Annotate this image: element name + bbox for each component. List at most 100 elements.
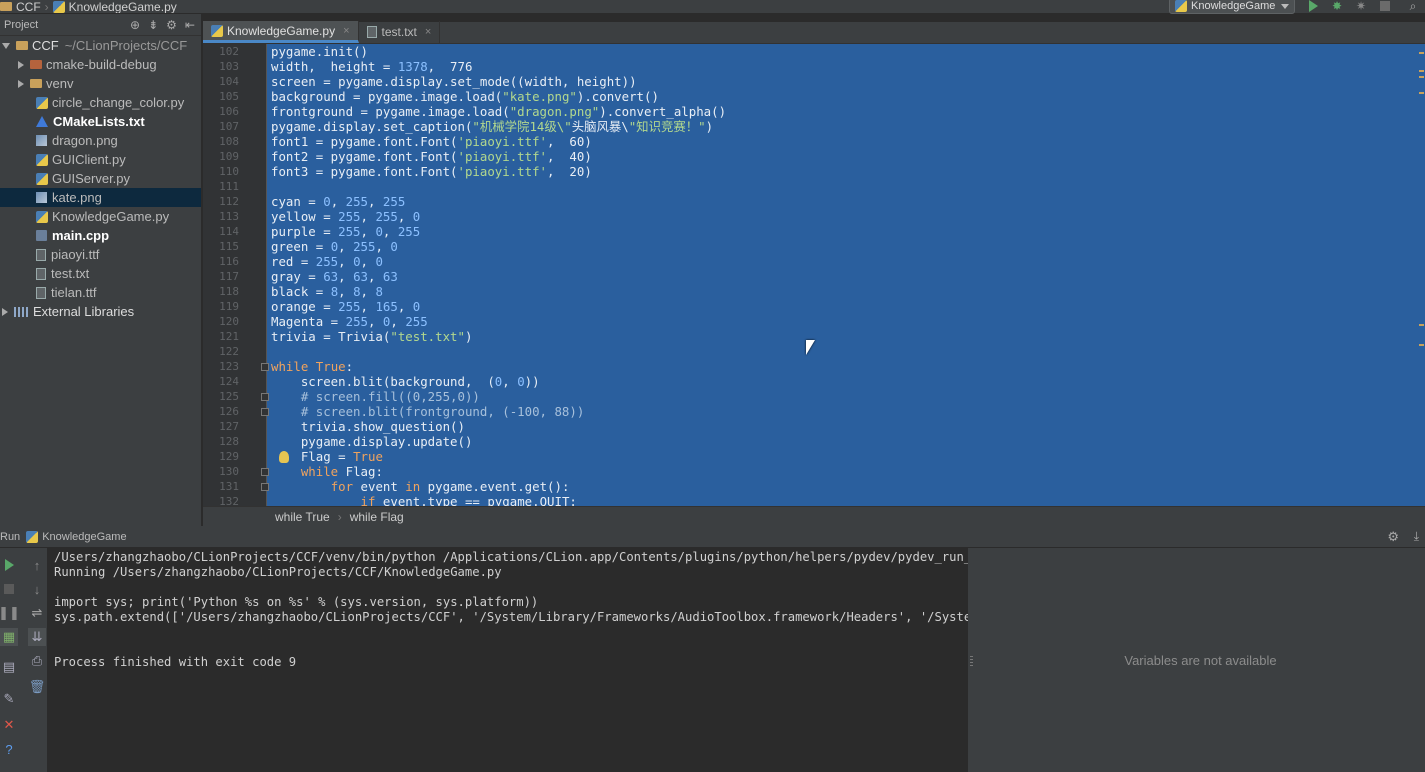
tab-knowledgegame-py[interactable]: KnowledgeGame.py × xyxy=(203,21,359,43)
editor-scrollbar[interactable] xyxy=(1419,44,1425,506)
print-icon[interactable]: ⎙ xyxy=(28,652,46,670)
line-number[interactable]: 127 xyxy=(203,419,239,434)
warning-marker[interactable] xyxy=(1419,76,1424,78)
tree-item-test-txt[interactable]: test.txt xyxy=(0,264,201,283)
code-line[interactable]: pygame.display.set_caption("机械学院14级\"头脑风… xyxy=(271,119,713,134)
collapse-icon[interactable]: ⇟ xyxy=(148,18,158,32)
code-line[interactable]: while True: xyxy=(271,359,353,374)
stop-button[interactable] xyxy=(0,580,18,598)
line-number[interactable]: 131 xyxy=(203,479,239,494)
scroll-to-end-icon[interactable]: ⇊ xyxy=(28,628,46,646)
fold-marker-icon[interactable] xyxy=(261,468,269,476)
scroll-up-icon[interactable]: ↑ xyxy=(28,556,46,574)
warning-marker[interactable] xyxy=(1419,324,1424,326)
line-number[interactable]: 110 xyxy=(203,164,239,179)
code-line[interactable]: font1 = pygame.font.Font('piaoyi.ttf', 6… xyxy=(271,134,592,149)
code-line[interactable]: green = 0, 255, 0 xyxy=(271,239,398,254)
code-line[interactable]: Magenta = 255, 0, 255 xyxy=(271,314,428,329)
tree-item-external-libraries[interactable]: External Libraries xyxy=(0,302,201,321)
code-line[interactable]: gray = 63, 63, 63 xyxy=(271,269,398,284)
code-line[interactable]: screen.blit(background, (0, 0)) xyxy=(271,374,540,389)
code-line[interactable]: trivia = Trivia("test.txt") xyxy=(271,329,472,344)
coverage-button[interactable]: ✷ xyxy=(1353,0,1369,14)
warning-marker[interactable] xyxy=(1419,52,1424,54)
code-line[interactable]: cyan = 0, 255, 255 xyxy=(271,194,405,209)
run-button[interactable] xyxy=(1305,0,1321,14)
line-number[interactable]: 132 xyxy=(203,494,239,506)
run-tab-label[interactable]: KnowledgeGame xyxy=(42,531,126,543)
tree-item-venv[interactable]: venv xyxy=(0,74,201,93)
console-view-icon[interactable]: ▦ xyxy=(0,628,18,646)
code-line[interactable]: red = 255, 0, 0 xyxy=(271,254,383,269)
trash-icon[interactable]: 🗑 xyxy=(28,678,46,696)
tree-item-cmakelists[interactable]: CMakeLists.txt xyxy=(0,112,201,131)
warning-marker[interactable] xyxy=(1419,344,1424,346)
code-line[interactable]: black = 8, 8, 8 xyxy=(271,284,383,299)
code-line[interactable]: background = pygame.image.load("kate.png… xyxy=(271,89,659,104)
tree-item-guiclient[interactable]: GUIClient.py xyxy=(0,150,201,169)
tree-item-tielan-ttf[interactable]: tielan.ttf xyxy=(0,283,201,302)
search-everywhere-button[interactable]: ⌕ xyxy=(1405,0,1421,14)
line-number[interactable]: 124 xyxy=(203,374,239,389)
line-number[interactable]: 126 xyxy=(203,404,239,419)
breadcrumb-while-true[interactable]: while True xyxy=(275,510,330,524)
lightbulb-icon[interactable] xyxy=(279,451,289,463)
tree-item-circle-change-color[interactable]: circle_change_color.py xyxy=(0,93,201,112)
code-line[interactable]: orange = 255, 165, 0 xyxy=(271,299,420,314)
line-number[interactable]: 105 xyxy=(203,89,239,104)
code-line[interactable]: # screen.blit(frontground, (-100, 88)) xyxy=(271,404,584,419)
fold-marker-icon[interactable] xyxy=(261,393,269,401)
code-editor[interactable]: 102 103 104 105 106 107 108 109 110 111 112 113 114 1… xyxy=(203,44,1425,506)
soft-wrap-icon[interactable]: ⇌ xyxy=(28,604,46,622)
close-icon[interactable]: × xyxy=(343,25,349,37)
tree-item-guiserver[interactable]: GUIServer.py xyxy=(0,169,201,188)
line-number[interactable]: 108 xyxy=(203,134,239,149)
code-line[interactable]: trivia.show_question() xyxy=(271,419,465,434)
pin-icon[interactable]: ✎ xyxy=(0,690,18,708)
line-number[interactable]: 111 xyxy=(203,179,239,194)
line-number[interactable]: 120 xyxy=(203,314,239,329)
code-line[interactable]: pygame.init() xyxy=(271,44,368,59)
nav-crumb-project[interactable]: CCF xyxy=(0,0,41,13)
stop-button[interactable] xyxy=(1377,0,1393,14)
line-number[interactable]: 116 xyxy=(203,254,239,269)
panel-splitter[interactable] xyxy=(968,548,976,772)
line-number[interactable]: 128 xyxy=(203,434,239,449)
close-icon[interactable]: × xyxy=(425,26,431,38)
code-line[interactable]: # screen.fill((0,255,0)) xyxy=(271,389,480,404)
project-panel-title[interactable]: Project xyxy=(4,19,38,31)
chevron-right-icon[interactable] xyxy=(18,79,24,88)
code-line[interactable]: for event in pygame.event.get(): xyxy=(271,479,570,494)
close-icon[interactable]: ✕ xyxy=(0,716,18,734)
locate-icon[interactable]: ⊕ xyxy=(130,18,140,32)
tree-item-dragon-png[interactable]: dragon.png xyxy=(0,131,201,150)
tree-item-main-cpp[interactable]: main.cpp xyxy=(0,226,201,245)
chevron-right-icon[interactable] xyxy=(18,60,24,69)
line-number[interactable]: 118 xyxy=(203,284,239,299)
tree-item-knowledgegame[interactable]: KnowledgeGame.py xyxy=(0,207,201,226)
code-line[interactable]: font2 = pygame.font.Font('piaoyi.ttf', 4… xyxy=(271,149,592,164)
fold-marker-icon[interactable] xyxy=(261,483,269,491)
code-line[interactable]: pygame.display.update() xyxy=(271,434,473,449)
line-number[interactable]: 109 xyxy=(203,149,239,164)
line-number[interactable]: 106 xyxy=(203,104,239,119)
code-line[interactable]: if event.type == pygame.QUIT: xyxy=(271,494,577,506)
line-number[interactable]: 119 xyxy=(203,299,239,314)
line-number[interactable]: 115 xyxy=(203,239,239,254)
layout-icon[interactable]: ▤ xyxy=(0,658,18,676)
gear-icon[interactable]: ⚙ xyxy=(166,18,177,32)
scroll-down-icon[interactable]: ↓ xyxy=(28,580,46,598)
line-number[interactable]: 113 xyxy=(203,209,239,224)
line-number[interactable]: 114 xyxy=(203,224,239,239)
chevron-down-icon[interactable] xyxy=(2,42,10,49)
hide-panel-icon[interactable]: ⤓ xyxy=(1414,529,1419,544)
tab-test-txt[interactable]: test.txt × xyxy=(359,21,441,43)
debug-button[interactable]: ✸ xyxy=(1329,0,1345,14)
line-number[interactable]: 122 xyxy=(203,344,239,359)
tree-root[interactable]: CCF ~/CLionProjects/CCF xyxy=(0,36,201,55)
code-line[interactable]: yellow = 255, 255, 0 xyxy=(271,209,420,224)
line-number[interactable]: 130 xyxy=(203,464,239,479)
code-area[interactable]: pygame.init() width, height = 1378, 776 sc… xyxy=(271,44,1425,506)
line-number[interactable]: 125 xyxy=(203,389,239,404)
warning-marker[interactable] xyxy=(1419,92,1424,94)
